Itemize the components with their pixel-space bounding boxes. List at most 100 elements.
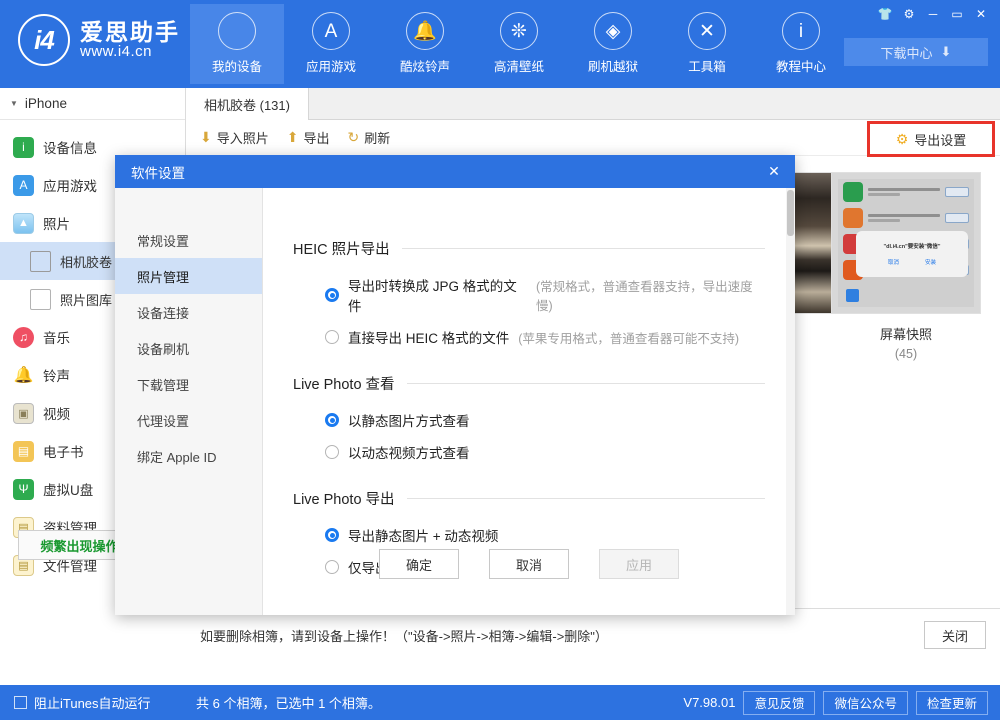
info-icon: i	[782, 12, 820, 50]
dialog-nav-item-6[interactable]: 绑定 Apple ID	[115, 438, 262, 474]
dialog-nav-item-4[interactable]: 下载管理	[115, 366, 262, 402]
download-icon: ⬇	[941, 44, 952, 60]
photo-icon: ▲	[13, 213, 34, 234]
album-card-screenshots[interactable]: "dl.i4.cn"要安装"微信" 取消 安装 屏幕快照 (45)	[831, 172, 981, 361]
ok-button[interactable]: 确定	[379, 549, 459, 579]
close-icon[interactable]: ✕	[761, 159, 787, 183]
section-gap	[293, 359, 765, 373]
album-thumbnail: "dl.i4.cn"要安装"微信" 取消 安装	[831, 172, 981, 314]
top-nav-item-4[interactable]: ◈刷机越狱	[566, 4, 660, 84]
top-nav-item-2[interactable]: 🔔酷炫铃声	[378, 4, 472, 84]
info-circle-icon: i	[13, 137, 34, 158]
dialog-nav-item-5[interactable]: 代理设置	[115, 402, 262, 438]
dialog-scrollbar[interactable]	[786, 188, 795, 615]
dialog-nav-item-3[interactable]: 设备刷机	[115, 330, 262, 366]
top-nav-item-3[interactable]: ❊高清壁纸	[472, 4, 566, 84]
alert-cancel-label: 取消	[888, 258, 899, 266]
section-gap	[293, 589, 765, 603]
maximize-icon[interactable]: ▭	[946, 4, 968, 24]
dialog-title: 软件设置	[131, 162, 185, 182]
radio-option-2-0[interactable]: 导出静态图片 + 动态视频	[325, 525, 765, 545]
dialog-nav-item-0[interactable]: 常规设置	[115, 222, 262, 258]
radio-label: 以静态图片方式查看	[348, 410, 470, 430]
alert-buttons: 取消 安装	[888, 258, 936, 266]
import-icon: ⬇	[200, 129, 212, 146]
radio-icon[interactable]	[325, 528, 339, 542]
wechat-button[interactable]: 微信公众号	[823, 691, 908, 715]
top-nav-item-5[interactable]: ✕ 工具箱	[660, 4, 754, 84]
book-icon: ▤	[13, 441, 34, 462]
top-nav-item-0[interactable]: 我的设备	[190, 4, 284, 84]
top-nav-item-6[interactable]: i 教程中心	[754, 4, 848, 84]
close-panel-button[interactable]: 关闭	[924, 621, 986, 649]
sidebar-item-label: 电子书	[43, 441, 84, 461]
top-nav-label: 工具箱	[688, 56, 726, 75]
gear-icon[interactable]: ⚙	[898, 4, 920, 24]
radio-hint: (常规格式，普通查看器支持，导出速度慢)	[536, 276, 765, 314]
device-selector[interactable]: ▼ iPhone	[0, 88, 185, 120]
app-icon	[843, 182, 863, 202]
checkbox-icon	[14, 696, 27, 709]
hint-bar: 如要删除相簿，请到设备上操作！（"设备->照片->相簿->编辑->删除"） 关闭	[186, 608, 1000, 661]
top-nav-label: 教程中心	[776, 56, 826, 75]
bell-icon: 🔔	[13, 365, 34, 386]
top-nav-item-1[interactable]: A应用游戏	[284, 4, 378, 84]
refresh-icon: ↻	[348, 129, 360, 146]
video-icon: ▣	[13, 403, 34, 424]
download-center-label: 下载中心	[881, 43, 933, 62]
radio-icon[interactable]	[325, 413, 339, 427]
sidebar-item-label: 应用游戏	[43, 175, 97, 195]
radio-label: 直接导出 HEIC 格式的文件	[348, 327, 509, 347]
dialog-content: HEIC 照片导出导出时转换成 JPG 格式的文件(常规格式，普通查看器支持，导…	[263, 188, 795, 615]
radio-option-1-1[interactable]: 以动态视频方式查看	[325, 442, 765, 462]
dialog-nav: 常规设置照片管理设备连接设备刷机下载管理代理设置绑定 Apple ID	[115, 188, 263, 615]
radio-option-0-0[interactable]: 导出时转换成 JPG 格式的文件(常规格式，普通查看器支持，导出速度慢)	[325, 275, 765, 315]
top-nav-label: 酷炫铃声	[400, 56, 450, 75]
album-title: 屏幕快照	[831, 324, 981, 343]
i4-logo-icon: i4	[18, 14, 70, 66]
export-settings-button[interactable]: ⚙ 导出设置	[870, 124, 992, 154]
cancel-button[interactable]: 取消	[489, 549, 569, 579]
status-text: 共 6 个相簿，已选中 1 个相簿。	[186, 693, 683, 712]
block-itunes-checkbox[interactable]: 阻止iTunes自动运行	[0, 693, 186, 712]
alert-install-label: 安装	[925, 258, 936, 266]
download-center-button[interactable]: 下载中心 ⬇	[844, 38, 988, 66]
appstore-icon: A	[312, 12, 350, 50]
section-header-0: HEIC 照片导出	[293, 238, 765, 259]
feedback-button[interactable]: 意见反馈	[743, 691, 815, 715]
tools-icon: ✕	[688, 12, 726, 50]
preview-row	[838, 205, 974, 231]
install-mini-button	[945, 187, 969, 197]
dialog-nav-item-1[interactable]: 照片管理	[115, 258, 262, 294]
sidebar-item-label: 视频	[43, 403, 70, 423]
appstore-icon: A	[13, 175, 34, 196]
application-window: i4 爱思助手 www.i4.cn 我的设备A应用游戏🔔酷炫铃声❊高清壁纸◈刷机…	[0, 0, 1000, 720]
section-title: Live Photo 导出	[293, 488, 395, 509]
radio-icon[interactable]	[325, 445, 339, 459]
box-icon: ◈	[594, 12, 632, 50]
apply-button[interactable]: 应用	[599, 549, 679, 579]
radio-icon[interactable]	[325, 330, 339, 344]
toolbar-button-2[interactable]: ↻刷新	[348, 128, 391, 147]
dialog-nav-item-2[interactable]: 设备连接	[115, 294, 262, 330]
toolbar-button-1[interactable]: ⬆导出	[287, 128, 330, 147]
radio-option-1-0[interactable]: 以静态图片方式查看	[325, 410, 765, 430]
minimize-icon[interactable]: ─	[922, 4, 944, 24]
scrollbar-thumb[interactable]	[787, 190, 794, 236]
sidebar-item-label: 照片	[43, 213, 70, 233]
section-title: HEIC 照片导出	[293, 238, 390, 259]
toolbar-button-0[interactable]: ⬇导入照片	[200, 128, 269, 147]
hint-text: 如要删除相簿，请到设备上操作！（"设备->照片->相簿->编辑->删除"）	[200, 626, 924, 645]
app-badge-icon	[846, 289, 859, 302]
radio-label: 导出时转换成 JPG 格式的文件	[348, 275, 527, 315]
section-gap	[293, 474, 765, 488]
skin-icon[interactable]: 👕	[874, 4, 896, 24]
close-icon[interactable]: ✕	[970, 4, 992, 24]
check-update-button[interactable]: 检查更新	[916, 691, 988, 715]
radio-icon[interactable]	[325, 288, 339, 302]
dialog-title-bar: 软件设置 ✕	[115, 155, 795, 188]
software-settings-dialog: 软件设置 ✕ 常规设置照片管理设备连接设备刷机下载管理代理设置绑定 Apple …	[115, 155, 795, 615]
radio-label: 以动态视频方式查看	[348, 442, 470, 462]
tab-camera-roll[interactable]: 相机胶卷 (131)	[186, 88, 309, 120]
radio-option-0-1[interactable]: 直接导出 HEIC 格式的文件(苹果专用格式，普通查看器可能不支持)	[325, 327, 765, 347]
